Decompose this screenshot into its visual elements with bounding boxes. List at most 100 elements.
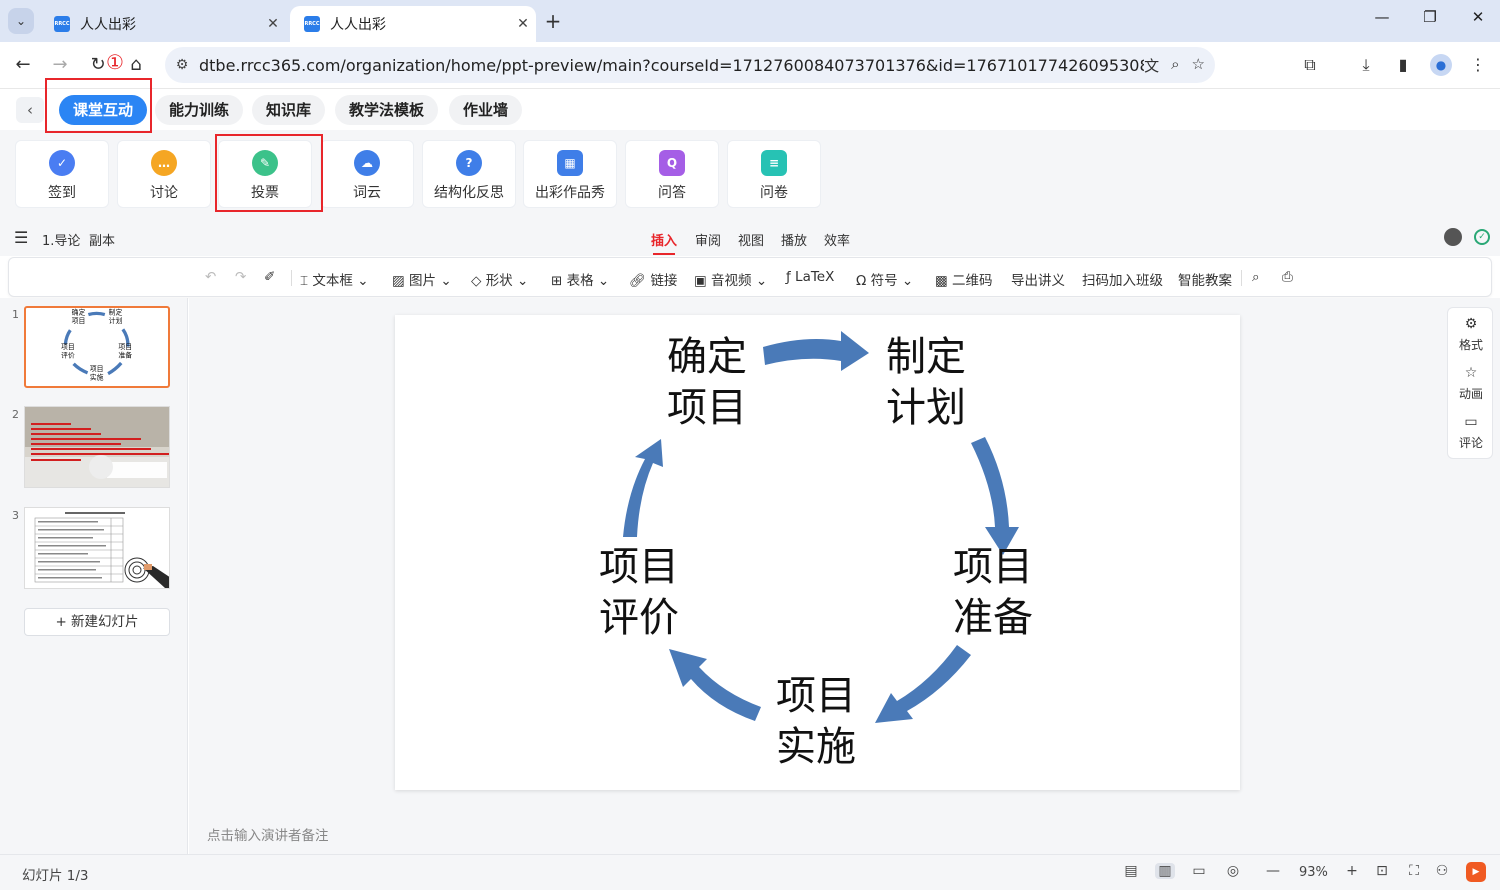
zoom-out-icon[interactable]: —: [1263, 863, 1283, 879]
site-settings-icon[interactable]: ⚙: [165, 57, 199, 73]
slide-canvas[interactable]: 确定 项目 制定 计划 项目 准备 项目 实施 项目 评价: [395, 315, 1240, 790]
presenter-icon[interactable]: ⚇: [1432, 863, 1452, 879]
shape-button[interactable]: ◇ 形状 ⌄: [471, 269, 528, 289]
step-line: 项目: [953, 544, 1033, 590]
comment-button[interactable]: ▭ 评论: [1448, 414, 1494, 451]
fit-icon[interactable]: ⊡: [1372, 863, 1392, 879]
print-icon[interactable]: ⎙: [1282, 269, 1293, 285]
qrcode-button[interactable]: ▩ 二维码: [935, 269, 993, 289]
back-icon[interactable]: ←: [11, 53, 35, 77]
survey-icon: ≡: [761, 150, 787, 176]
new-slide-button[interactable]: + 新建幻灯片: [24, 608, 170, 636]
export-handout-button[interactable]: 导出讲义: [1011, 269, 1065, 289]
zoom-icon[interactable]: ⌕: [1171, 55, 1179, 76]
step-project-implement: 项目 实施: [766, 671, 866, 773]
tool-showcase-button[interactable]: ▦ 出彩作品秀: [523, 140, 617, 208]
slide-counter: 幻灯片 1/3: [22, 868, 89, 884]
zoom-level[interactable]: 93%: [1299, 865, 1328, 880]
format-button[interactable]: ⚙ 格式: [1448, 316, 1494, 353]
smart-lesson-plan-button[interactable]: 智能教案: [1178, 269, 1232, 289]
user-avatar[interactable]: [1444, 228, 1462, 246]
scan-join-class-button[interactable]: 扫码加入班级: [1082, 269, 1163, 289]
media-button[interactable]: ▣ 音视频 ⌄: [694, 269, 767, 289]
tab-knowledge-base[interactable]: 知识库: [252, 95, 326, 125]
symbol-button[interactable]: Ω 符号 ⌄: [856, 269, 913, 289]
slide-thumbnail-3[interactable]: [24, 507, 170, 589]
divider: [291, 270, 292, 286]
forward-icon[interactable]: →: [48, 53, 72, 77]
tab-review[interactable]: 审阅: [695, 230, 721, 249]
slide-thumbnail-1[interactable]: 确定 项目 制定 计划 项目 准备 项目 实施 项目 评价: [24, 306, 170, 388]
restore-icon[interactable]: ❐: [1410, 8, 1450, 34]
slide-thumbnail-2[interactable]: [24, 406, 170, 488]
arrow-plan: [763, 331, 869, 371]
undo-icon[interactable]: ↶: [205, 269, 216, 285]
arrow-evaluate: [669, 649, 761, 721]
latex-label: LaTeX: [795, 269, 835, 285]
home-icon[interactable]: ⌂: [124, 53, 148, 77]
more-menu-icon[interactable]: ⋮: [1466, 55, 1490, 74]
svg-text:项目: 项目: [72, 317, 86, 325]
table-button[interactable]: ⊞ 表格 ⌄: [551, 269, 609, 289]
slide-number: 1: [12, 308, 19, 321]
tab-teaching-templates[interactable]: 教学法模板: [335, 95, 439, 125]
tool-label: 问卷: [760, 185, 788, 201]
animation-button[interactable]: ☆ 动画: [1448, 365, 1494, 402]
tab-play[interactable]: 播放: [781, 230, 807, 249]
image-icon: ▨: [392, 273, 410, 289]
slide-thumbnail-panel: 1 确定 项目 制定 计划 项目 准备 项目 实施 项目 评价 2 3 + 新建…: [0, 298, 188, 854]
browser-tab-bar: ⌄ RRCC 人人出彩 ✕ RRCC 人人出彩 ✕ + — ❐ ✕: [0, 0, 1500, 42]
tool-checkin-button[interactable]: ✓ 签到: [15, 140, 109, 208]
globe-icon[interactable]: ◎: [1223, 863, 1243, 879]
download-icon[interactable]: ⤓: [1354, 55, 1378, 75]
tab-ability-training[interactable]: 能力训练: [155, 95, 244, 125]
tab-close-icon[interactable]: ✕: [260, 16, 286, 32]
zoom-in-icon[interactable]: +: [1342, 863, 1362, 879]
back-arrow-icon[interactable]: ‹: [16, 97, 44, 123]
tool-qa-button[interactable]: Q 问答: [625, 140, 719, 208]
link-button[interactable]: 🔗︎ 链接: [629, 269, 677, 289]
menu-icon[interactable]: ☰: [14, 228, 28, 247]
document-name[interactable]: 1.导论: [42, 230, 80, 249]
browser-tab[interactable]: RRCC 人人出彩 ✕: [40, 6, 286, 42]
tab-homework-wall[interactable]: 作业墙: [449, 95, 523, 125]
translate-icon[interactable]: 文: [1144, 55, 1159, 76]
redo-icon[interactable]: ↷: [235, 269, 246, 285]
normal-view-icon[interactable]: ▤: [1121, 863, 1141, 879]
annotation-box-classroom: [45, 78, 152, 133]
close-window-icon[interactable]: ✕: [1458, 8, 1498, 34]
side-panel-icon[interactable]: ▮: [1391, 55, 1415, 74]
edit-view-icon[interactable]: ▥: [1155, 863, 1175, 879]
profile-avatar-icon[interactable]: ●: [1430, 54, 1452, 76]
step-line: 计划: [886, 385, 966, 431]
play-slideshow-icon[interactable]: ▶: [1466, 862, 1486, 882]
url-field[interactable]: ⚙ dtbe.rrcc365.com/organization/home/ppt…: [165, 47, 1215, 83]
tab-view[interactable]: 视图: [738, 230, 764, 249]
search-icon[interactable]: ⌕: [1252, 269, 1260, 285]
tab-search-icon[interactable]: ⌄: [8, 8, 34, 34]
tab-efficiency[interactable]: 效率: [824, 230, 850, 249]
media-icon: ▣: [694, 273, 712, 289]
step-line: 实施: [776, 724, 856, 770]
tool-discussion-button[interactable]: … 讨论: [117, 140, 211, 208]
minimize-icon[interactable]: —: [1362, 8, 1402, 34]
svg-text:确定: 确定: [72, 308, 86, 317]
tool-reflection-button[interactable]: ? 结构化反思: [422, 140, 516, 208]
format-painter-icon[interactable]: ✐: [264, 269, 275, 285]
browser-tab-active[interactable]: RRCC 人人出彩 ✕: [290, 6, 536, 42]
fullscreen-icon[interactable]: ⛶: [1404, 863, 1424, 879]
extensions-icon[interactable]: ⧉: [1298, 55, 1322, 75]
image-button[interactable]: ▨ 图片 ⌄: [392, 269, 452, 289]
tab-title: 人人出彩: [80, 17, 136, 33]
tool-wordcloud-button[interactable]: ☁ 词云: [320, 140, 414, 208]
tab-close-icon[interactable]: ✕: [510, 16, 536, 32]
notes-view-icon[interactable]: ▭: [1189, 863, 1209, 879]
speaker-notes-input[interactable]: 点击输入演讲者备注: [207, 824, 329, 844]
new-tab-icon[interactable]: +: [541, 9, 565, 33]
tool-survey-button[interactable]: ≡ 问卷: [727, 140, 821, 208]
svg-text:项目: 项目: [90, 365, 104, 373]
tab-insert[interactable]: 插入: [651, 230, 677, 255]
latex-button[interactable]: ƒ LaTeX: [786, 269, 834, 285]
textbox-button[interactable]: ⌶ 文本框 ⌄: [300, 269, 369, 289]
bookmark-star-icon[interactable]: ☆: [1192, 55, 1205, 76]
